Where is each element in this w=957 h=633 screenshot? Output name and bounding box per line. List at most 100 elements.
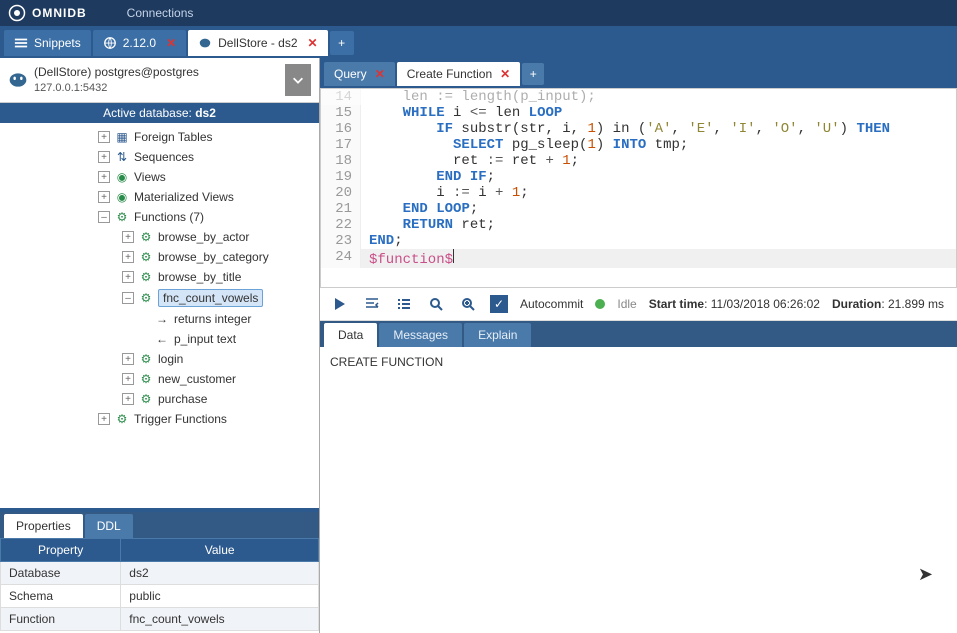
duration: Duration: 21.899 ms xyxy=(832,297,944,311)
expand-icon[interactable] xyxy=(122,271,134,283)
connection-dropdown[interactable] xyxy=(285,64,311,96)
tree-fn-browse-title[interactable]: ⚙browse_by_title xyxy=(2,267,317,287)
table-icon: ▦ xyxy=(114,129,130,145)
gear-icon: ⚙ xyxy=(138,351,154,367)
status-indicator xyxy=(595,299,605,309)
zoom-button[interactable] xyxy=(458,294,478,314)
collapse-icon[interactable] xyxy=(122,292,134,304)
connections-link[interactable]: Connections xyxy=(127,6,194,20)
expand-icon[interactable] xyxy=(122,393,134,405)
tab-pg212-label: 2.12.0 xyxy=(123,36,156,50)
chevron-down-icon xyxy=(291,73,305,87)
tab-properties[interactable]: Properties xyxy=(4,514,83,538)
right-panel: Query✕ Create Function✕ + 14 len := leng… xyxy=(320,58,957,633)
indent-button[interactable] xyxy=(362,294,382,314)
tab-explain[interactable]: Explain xyxy=(464,323,531,347)
tab-query[interactable]: Query✕ xyxy=(324,62,395,86)
properties-table: PropertyValue Databaseds2 Schemapublic F… xyxy=(0,538,319,631)
th-value: Value xyxy=(121,539,319,562)
th-property: Property xyxy=(1,539,121,562)
expand-icon[interactable] xyxy=(122,353,134,365)
left-panel: (DellStore) postgres@postgres 127.0.0.1:… xyxy=(0,58,320,633)
tree-fn-login[interactable]: ⚙login xyxy=(2,349,317,369)
connection-bar: (DellStore) postgres@postgres 127.0.0.1:… xyxy=(0,58,319,103)
tab-messages[interactable]: Messages xyxy=(379,323,462,347)
expand-icon[interactable] xyxy=(98,413,110,425)
editor-tabs: Query✕ Create Function✕ + xyxy=(320,58,957,88)
properties-panel: Properties DDL PropertyValue Databaseds2… xyxy=(0,508,319,633)
format-button[interactable] xyxy=(394,294,414,314)
tree-sequences[interactable]: ⇅Sequences xyxy=(2,147,317,167)
tree-functions[interactable]: ⚙Functions (7) xyxy=(2,207,317,227)
expand-icon[interactable] xyxy=(122,231,134,243)
arrow-left-icon: ← xyxy=(154,331,170,347)
gear-icon: ⚙ xyxy=(138,290,154,306)
status-text: Idle xyxy=(617,297,636,311)
gear-icon: ⚙ xyxy=(138,269,154,285)
eye-icon: ◉ xyxy=(114,189,130,205)
brand-text: OMNIDB xyxy=(32,6,87,20)
add-tab-button[interactable]: + xyxy=(330,31,354,55)
object-tree[interactable]: ▦Foreign Tables ⇅Sequences ◉Views ◉Mater… xyxy=(0,123,319,508)
tab-snippets-label: Snippets xyxy=(34,36,81,50)
brand-logo: OMNIDB xyxy=(8,4,87,22)
tree-views[interactable]: ◉Views xyxy=(2,167,317,187)
result-tabs: Data Messages Explain xyxy=(320,321,957,347)
arrow-right-icon: → xyxy=(154,311,170,327)
result-text: CREATE FUNCTION xyxy=(330,355,443,369)
result-body: CREATE FUNCTION ➤ xyxy=(320,347,957,633)
table-row: Databaseds2 xyxy=(1,562,319,585)
tree-foreign-tables[interactable]: ▦Foreign Tables xyxy=(2,127,317,147)
search-button[interactable] xyxy=(426,294,446,314)
brand-icon xyxy=(8,4,26,22)
tree-fn-browse-category[interactable]: ⚙browse_by_category xyxy=(2,247,317,267)
mouse-cursor-icon: ➤ xyxy=(918,564,933,585)
eye-icon: ◉ xyxy=(114,169,130,185)
app-header: OMNIDB Connections xyxy=(0,0,957,26)
elephant-icon xyxy=(198,36,212,50)
sequence-icon: ⇅ xyxy=(114,149,130,165)
close-icon[interactable]: ✕ xyxy=(166,36,176,50)
postgres-icon xyxy=(8,70,28,90)
tree-returns[interactable]: →returns integer xyxy=(2,309,317,329)
gear-icon: ⚙ xyxy=(114,411,130,427)
tree-mat-views[interactable]: ◉Materialized Views xyxy=(2,187,317,207)
gear-icon: ⚙ xyxy=(138,371,154,387)
close-icon[interactable]: ✕ xyxy=(375,67,385,81)
tree-pinput[interactable]: ←p_input text xyxy=(2,329,317,349)
tab-ddl[interactable]: DDL xyxy=(85,514,133,538)
connection-title: (DellStore) postgres@postgres xyxy=(34,65,285,81)
autocommit-checkbox[interactable]: ✓ xyxy=(490,295,508,313)
expand-icon[interactable] xyxy=(98,131,110,143)
gear-icon: ⚙ xyxy=(138,391,154,407)
tab-snippets[interactable]: Snippets xyxy=(4,30,91,56)
globe-icon xyxy=(103,36,117,50)
expand-icon[interactable] xyxy=(122,373,134,385)
active-database-bar: Active database: ds2 xyxy=(0,103,319,123)
connection-host: 127.0.0.1:5432 xyxy=(34,81,285,95)
expand-icon[interactable] xyxy=(98,151,110,163)
list-icon xyxy=(14,36,28,50)
expand-icon[interactable] xyxy=(98,171,110,183)
close-icon[interactable]: ✕ xyxy=(308,36,318,50)
expand-icon[interactable] xyxy=(98,191,110,203)
close-icon[interactable]: ✕ xyxy=(500,67,510,81)
tab-dellstore[interactable]: DellStore - ds2 ✕ xyxy=(188,30,327,56)
tree-fn-count-vowels[interactable]: ⚙fnc_count_vowels xyxy=(2,287,317,309)
run-button[interactable] xyxy=(330,294,350,314)
tree-fn-purchase[interactable]: ⚙purchase xyxy=(2,389,317,409)
editor-toolbar: ✓ Autocommit Idle Start time: 11/03/2018… xyxy=(320,288,957,321)
tab-dellstore-label: DellStore - ds2 xyxy=(218,36,297,50)
code-editor[interactable]: 14 len := length(p_input); 15 WHILE i <=… xyxy=(320,88,957,288)
autocommit-label: Autocommit xyxy=(520,297,583,311)
tab-data[interactable]: Data xyxy=(324,323,377,347)
gear-icon: ⚙ xyxy=(114,209,130,225)
tree-fn-new-customer[interactable]: ⚙new_customer xyxy=(2,369,317,389)
tab-pg212[interactable]: 2.12.0 ✕ xyxy=(93,30,186,56)
tree-trigger-functions[interactable]: ⚙Trigger Functions xyxy=(2,409,317,429)
collapse-icon[interactable] xyxy=(98,211,110,223)
add-editor-tab[interactable]: + xyxy=(522,63,544,85)
tab-create-function[interactable]: Create Function✕ xyxy=(397,62,520,86)
expand-icon[interactable] xyxy=(122,251,134,263)
tree-fn-browse-actor[interactable]: ⚙browse_by_actor xyxy=(2,227,317,247)
